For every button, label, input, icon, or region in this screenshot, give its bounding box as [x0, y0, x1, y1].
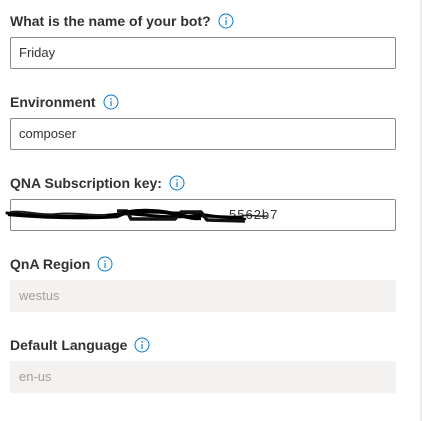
default-language-field: Default Language en-us: [10, 335, 396, 393]
info-icon[interactable]: [218, 13, 234, 29]
default-language-value: en-us: [19, 369, 52, 384]
default-language-label-row: Default Language: [10, 335, 396, 355]
environment-field: Environment composer: [10, 92, 396, 150]
qna-region-value: westus: [19, 288, 60, 303]
bot-name-input[interactable]: Friday: [10, 37, 396, 69]
qna-key-input[interactable]: 5562b7: [5, 199, 396, 231]
qna-key-label: QNA Subscription key:: [10, 175, 162, 191]
default-language-label: Default Language: [10, 337, 128, 353]
default-language-input: en-us: [10, 361, 396, 393]
qna-key-field: QNA Subscription key: 5562b7: [5, 173, 396, 231]
qna-region-field: QnA Region westus: [10, 254, 396, 312]
bot-name-label: What is the name of your bot?: [10, 13, 211, 29]
info-icon[interactable]: [103, 94, 119, 110]
info-icon[interactable]: [97, 256, 113, 272]
redaction-scribble: [5, 208, 268, 223]
qna-region-label-row: QnA Region: [10, 254, 396, 274]
environment-label: Environment: [10, 94, 96, 110]
qna-region-label: QnA Region: [10, 256, 91, 272]
environment-value: composer: [19, 126, 77, 141]
info-icon[interactable]: [169, 175, 185, 191]
qna-region-input: westus: [10, 280, 396, 312]
bot-name-value: Friday: [19, 45, 56, 60]
qna-key-label-row: QNA Subscription key:: [10, 173, 396, 193]
environment-label-row: Environment: [10, 92, 396, 112]
environment-input[interactable]: composer: [10, 118, 396, 150]
bot-name-label-row: What is the name of your bot?: [10, 11, 396, 31]
info-icon[interactable]: [134, 337, 150, 353]
bot-name-field: What is the name of your bot? Friday: [10, 11, 396, 69]
